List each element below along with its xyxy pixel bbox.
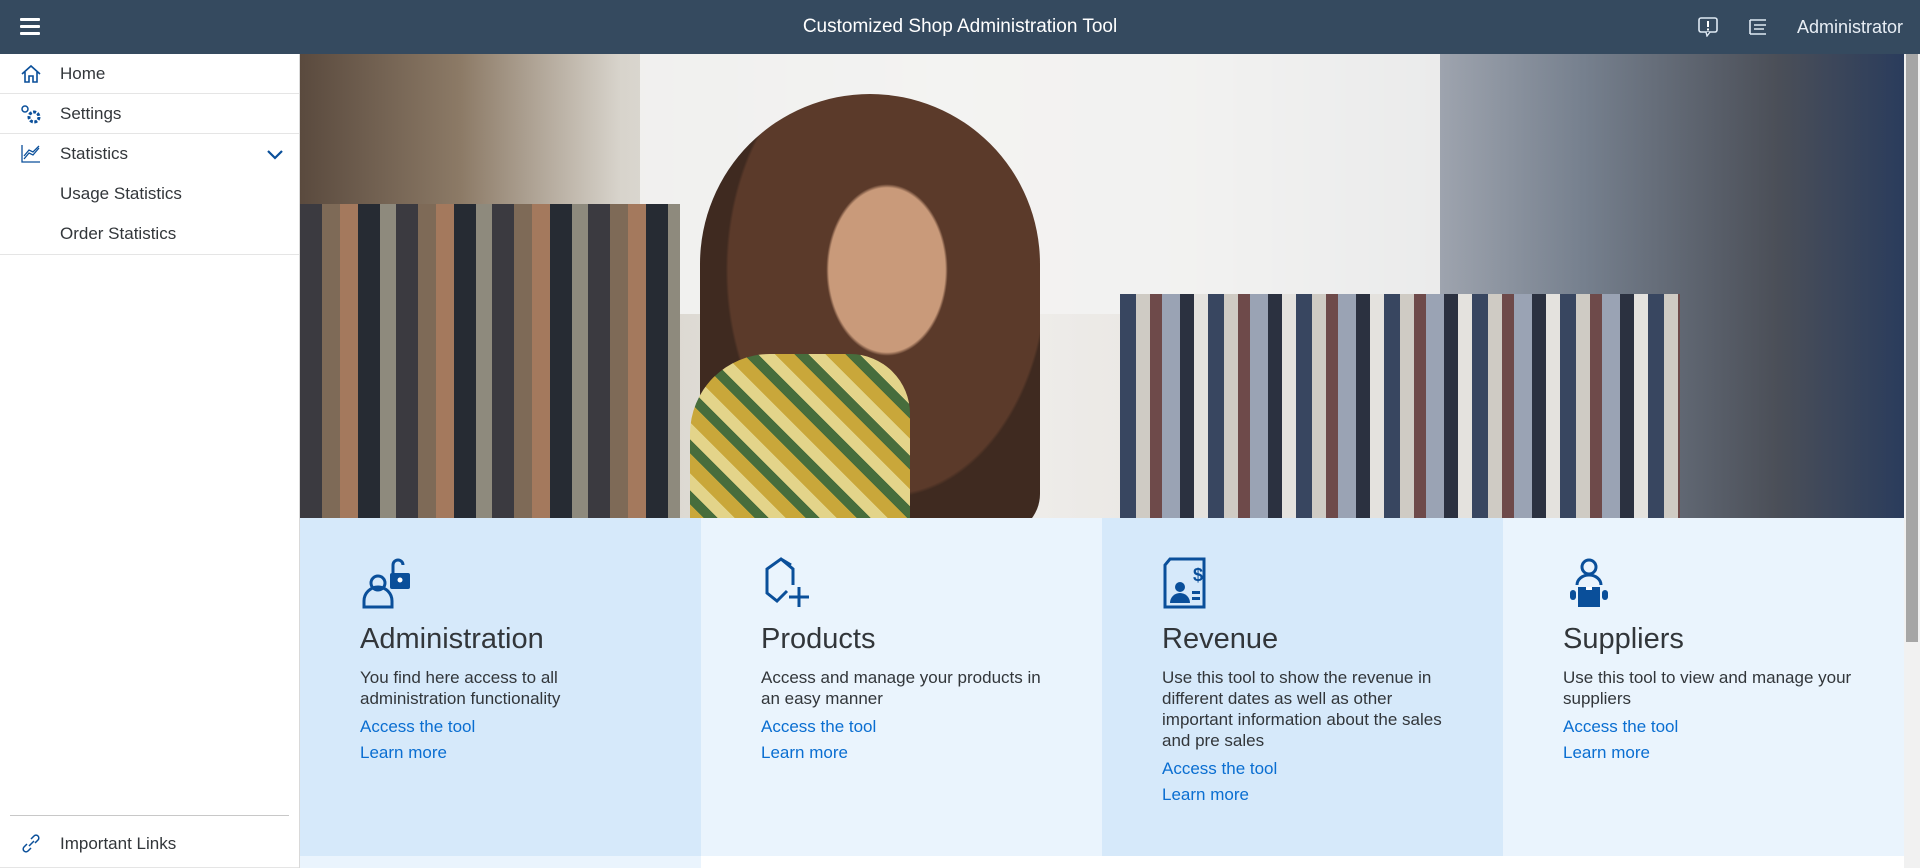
home-icon	[21, 64, 41, 83]
learn-more-link[interactable]: Learn more	[761, 740, 1102, 766]
learn-more-link[interactable]: Learn more	[1563, 740, 1904, 766]
supplier-icon	[1570, 558, 1608, 607]
settings-icon	[21, 105, 41, 124]
shell-bar: Customized Shop Administration Tool Admi…	[0, 0, 1920, 54]
access-tool-link[interactable]: Access the tool	[1563, 714, 1904, 740]
chevron-down-icon[interactable]	[265, 144, 285, 164]
card-products: Products Access and manage your products…	[701, 518, 1102, 856]
card-administration: Administration You find here access to a…	[300, 518, 701, 856]
app-title: Customized Shop Administration Tool	[802, 16, 1118, 37]
line-chart-icon	[21, 145, 40, 163]
link-icon	[22, 834, 40, 853]
card-description: Access and manage your products in an ea…	[761, 668, 1041, 708]
card-description: Use this tool to view and manage your su…	[1563, 668, 1852, 708]
tool-cards: Administration You find here access to a…	[300, 518, 1904, 856]
sidebar-item-label: Settings	[60, 104, 122, 123]
revenue-document-icon: $	[1163, 557, 1206, 609]
side-navigation: Home Settings Statistics Usage Statistic…	[0, 54, 300, 868]
card-suppliers: Suppliers Use this tool to view and mana…	[1503, 518, 1904, 856]
access-tool-link[interactable]: Access the tool	[1162, 756, 1503, 782]
feedback-icon[interactable]	[1697, 17, 1719, 37]
user-menu[interactable]: Administrator	[1797, 0, 1903, 54]
access-tool-link[interactable]: Access the tool	[761, 714, 1102, 740]
sidebar-item-important-links[interactable]: Important Links	[0, 820, 299, 868]
next-card-row	[300, 856, 701, 868]
sidebar-item-label: Statistics	[60, 144, 129, 163]
sidebar-item-settings[interactable]: Settings	[0, 94, 299, 134]
divider	[10, 815, 289, 816]
scrollbar[interactable]	[1904, 54, 1920, 868]
card-description: Use this tool to show the revenue in dif…	[1162, 668, 1442, 750]
sidebar-item-label: Important Links	[60, 834, 177, 853]
notifications-icon[interactable]	[1747, 17, 1769, 37]
card-title: Revenue	[1162, 623, 1279, 655]
learn-more-link[interactable]: Learn more	[1162, 782, 1503, 808]
access-tool-link[interactable]: Access the tool	[360, 714, 701, 740]
svg-text:$: $	[1193, 565, 1203, 585]
user-unlock-icon	[362, 558, 410, 609]
add-product-icon	[765, 557, 809, 607]
sidebar-item-home[interactable]: Home	[0, 54, 299, 94]
sidebar-item-order-statistics[interactable]: Order Statistics	[0, 214, 299, 254]
card-description: You find here access to all administrati…	[360, 668, 561, 708]
card-title: Suppliers	[1563, 623, 1684, 655]
learn-more-link[interactable]: Learn more	[360, 740, 701, 766]
sidebar-item-usage-statistics[interactable]: Usage Statistics	[0, 174, 299, 214]
card-title: Administration	[360, 623, 544, 655]
scrollbar-thumb[interactable]	[1906, 54, 1918, 642]
sidebar-item-statistics[interactable]: Statistics	[0, 134, 299, 174]
sidebar-item-label: Home	[60, 64, 106, 83]
card-revenue: $ Revenue Use this tool to show the reve…	[1102, 518, 1503, 856]
hero-image	[300, 54, 1904, 518]
card-title: Products	[761, 623, 876, 655]
